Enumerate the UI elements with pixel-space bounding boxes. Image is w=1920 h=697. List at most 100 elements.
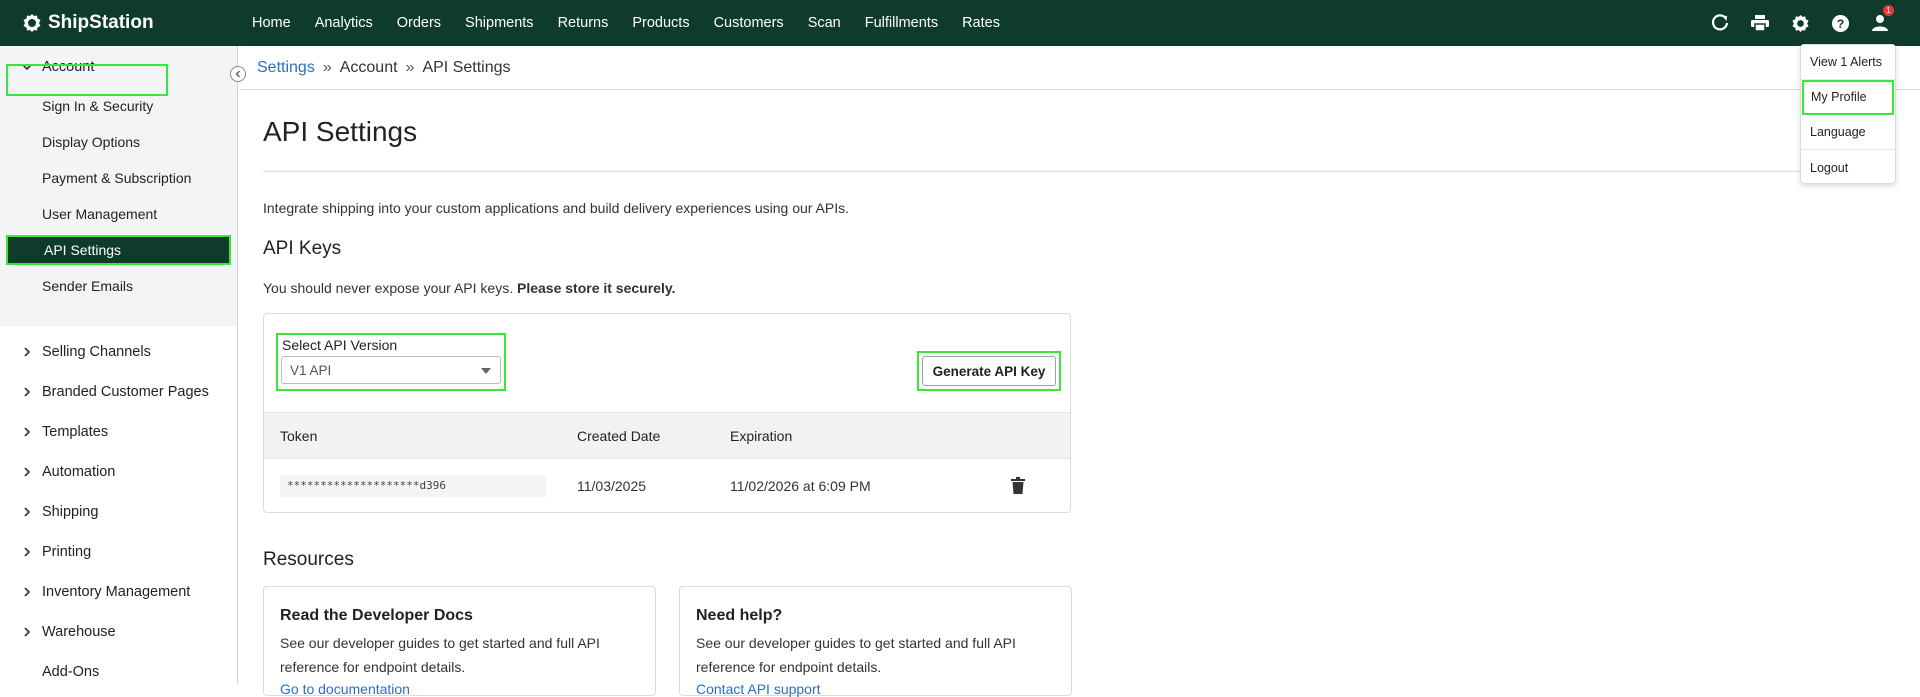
sidebar-item-branded-customer-pages[interactable]: Branded Customer Pages — [0, 372, 237, 412]
nav-shipments[interactable]: Shipments — [465, 15, 534, 31]
trash-icon[interactable] — [1011, 477, 1025, 499]
settings-sidebar: Account Sign In & Security Display Optio… — [0, 46, 238, 684]
profile-menu: View 1 Alerts My Profile Language Logout — [1800, 44, 1896, 184]
column-created-date: Created Date — [577, 428, 661, 444]
help-icon[interactable]: ? — [1820, 0, 1860, 46]
intro-text: Integrate shipping into your custom appl… — [263, 200, 850, 216]
card-link[interactable]: Go to documentation — [280, 681, 410, 697]
menu-item-language[interactable]: Language — [1801, 115, 1895, 150]
refresh-icon[interactable] — [1700, 0, 1740, 46]
sidebar-item-user-management[interactable]: User Management — [0, 196, 237, 232]
sidebar-item-warehouse[interactable]: Warehouse — [0, 612, 237, 652]
warning-text: You should never expose your API keys. — [263, 280, 514, 296]
help-card: Need help? See our developer guides to g… — [679, 586, 1072, 697]
title-divider — [263, 171, 1863, 172]
chevron-right-icon — [20, 626, 34, 638]
token-value[interactable]: ********************d396 — [280, 475, 546, 497]
developer-docs-card: Read the Developer Docs See our develope… — [263, 586, 656, 697]
main-content: Settings » Account » API Settings API Se… — [239, 46, 1920, 697]
sidebar-item-display-options[interactable]: Display Options — [0, 124, 237, 160]
gear-logo-icon — [23, 14, 41, 32]
brand-name: ShipStation — [48, 12, 154, 33]
sidebar-item-printing[interactable]: Printing — [0, 532, 237, 572]
sidebar-item-label: Automation — [42, 464, 116, 480]
security-warning: You should never expose your API keys. P… — [263, 280, 675, 296]
breadcrumb-current: API Settings — [422, 58, 511, 76]
nav-analytics[interactable]: Analytics — [315, 15, 373, 31]
card-title: Need help? — [696, 607, 783, 624]
card-body: See our developer guides to get started … — [696, 635, 1016, 675]
nav-products[interactable]: Products — [632, 15, 689, 31]
sidebar-item-selling-channels[interactable]: Selling Channels — [0, 332, 237, 372]
chevron-right-icon — [20, 586, 34, 598]
breadcrumb-account: Account — [339, 58, 398, 76]
table-header: Token Created Date Expiration — [264, 412, 1070, 459]
chevron-right-icon — [20, 466, 34, 478]
chevron-right-icon — [20, 346, 34, 358]
alert-badge: 1 — [1883, 5, 1894, 16]
warning-bold-text: Please store it securely. — [516, 280, 676, 296]
created-date-value: 11/03/2025 — [577, 478, 647, 494]
user-icon[interactable]: 1 — [1860, 0, 1900, 46]
chevron-right-icon — [20, 506, 34, 518]
api-version-label: Select API Version — [282, 337, 398, 353]
sidebar-item-label: Branded Customer Pages — [42, 384, 209, 400]
sidebar-item-label: Selling Channels — [42, 344, 151, 360]
main-nav: Home Analytics Orders Shipments Returns … — [252, 0, 1024, 46]
resources-heading: Resources — [263, 549, 354, 570]
sidebar-item-sender-emails[interactable]: Sender Emails — [0, 268, 237, 304]
top-icons: ? 1 — [1700, 0, 1900, 46]
sidebar-item-label: Warehouse — [42, 624, 116, 640]
api-keys-heading: API Keys — [263, 238, 342, 259]
nav-customers[interactable]: Customers — [714, 15, 784, 31]
svg-text:?: ? — [1836, 16, 1844, 30]
generate-key-highlight: Generate API Key — [917, 351, 1061, 391]
table-row: ********************d396 11/03/2025 11/0… — [264, 459, 1070, 513]
sidebar-item-payment-subscription[interactable]: Payment & Subscription — [0, 160, 237, 196]
menu-item-my-profile[interactable]: My Profile — [1802, 80, 1894, 115]
top-navbar: ShipStation Home Analytics Orders Shipme… — [0, 0, 1920, 46]
column-token: Token — [280, 428, 318, 444]
api-version-value: V1 API — [290, 362, 332, 378]
account-highlight — [6, 64, 168, 96]
sidebar-item-label: Printing — [42, 544, 92, 560]
sidebar-item-label: Templates — [42, 424, 109, 440]
breadcrumb-separator-icon: » — [405, 58, 415, 76]
sidebar-item-add-ons[interactable]: Add-Ons — [0, 652, 237, 692]
gear-icon[interactable] — [1780, 0, 1820, 46]
chevron-right-icon — [20, 426, 34, 438]
api-version-highlight: Select API Version V1 API — [276, 333, 506, 391]
sidebar-item-label: Shipping — [42, 504, 99, 520]
menu-item-view-alerts[interactable]: View 1 Alerts — [1801, 45, 1895, 80]
sidebar-item-automation[interactable]: Automation — [0, 452, 237, 492]
card-link[interactable]: Contact API support — [696, 681, 821, 697]
shipstation-logo[interactable]: ShipStation — [22, 12, 252, 34]
nav-home[interactable]: Home — [252, 15, 291, 31]
card-body: See our developer guides to get started … — [280, 635, 600, 675]
generate-api-key-button[interactable]: Generate API Key — [922, 356, 1056, 386]
nav-rates[interactable]: Rates — [962, 15, 1000, 31]
sidebar-item-api-settings[interactable]: API Settings — [6, 235, 231, 265]
expiration-value: 11/02/2026 at 6:09 PM — [730, 478, 871, 494]
chevron-right-icon — [20, 386, 34, 398]
nav-scan[interactable]: Scan — [808, 15, 841, 31]
sidebar-item-templates[interactable]: Templates — [0, 412, 237, 452]
api-keys-card: Select API Version V1 API Generate API K… — [263, 313, 1071, 513]
account-group: Account Sign In & Security Display Optio… — [0, 46, 237, 326]
nav-orders[interactable]: Orders — [397, 15, 441, 31]
sidebar-item-label: Inventory Management — [42, 584, 191, 600]
sidebar-item-label: Add-Ons — [42, 664, 100, 680]
nav-returns[interactable]: Returns — [558, 15, 609, 31]
api-version-select[interactable]: V1 API — [281, 356, 501, 384]
nav-fulfillments[interactable]: Fulfillments — [865, 15, 938, 31]
breadcrumb-separator-icon: » — [322, 58, 332, 76]
breadcrumb-settings[interactable]: Settings — [257, 59, 315, 77]
sidebar-item-shipping[interactable]: Shipping — [0, 492, 237, 532]
sidebar-item-inventory-management[interactable]: Inventory Management — [0, 572, 237, 612]
page-title: API Settings — [263, 116, 418, 147]
caret-down-icon — [481, 368, 491, 374]
printer-icon[interactable] — [1740, 0, 1780, 46]
menu-item-logout[interactable]: Logout — [1801, 150, 1895, 185]
column-expiration: Expiration — [730, 428, 793, 444]
breadcrumb: Settings » Account » API Settings — [239, 46, 1920, 90]
